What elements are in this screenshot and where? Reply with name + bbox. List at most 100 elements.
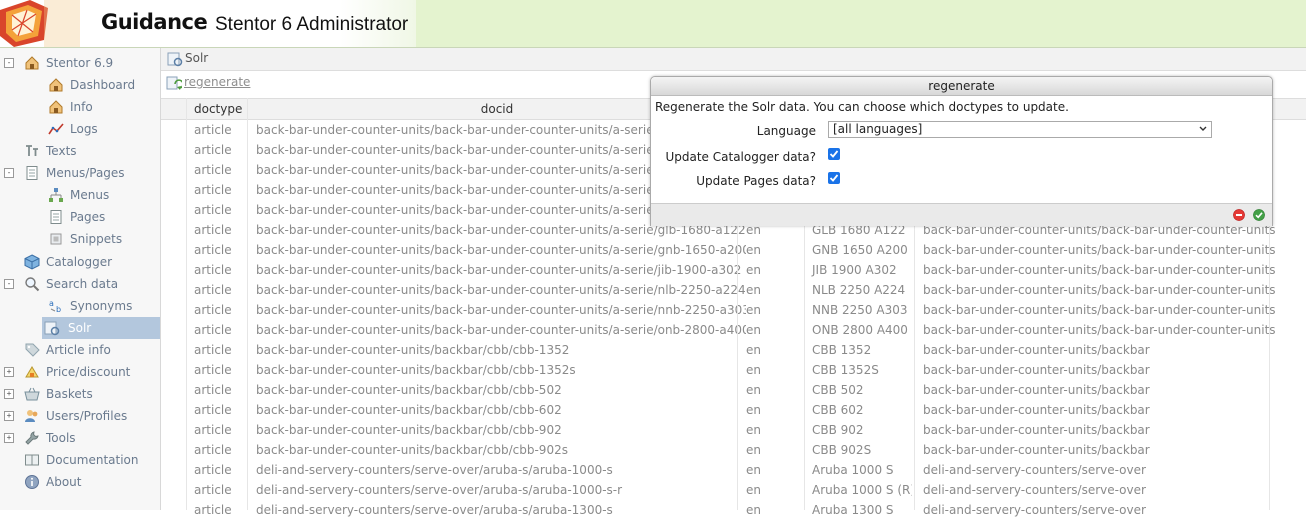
table-cell: article xyxy=(194,363,232,377)
sidebar-item-about[interactable]: About xyxy=(24,471,160,493)
check-icon xyxy=(829,150,839,158)
sidebar-item-label: Article info xyxy=(46,343,111,357)
sidebar-item-article-info[interactable]: Article info xyxy=(24,339,160,361)
sidebar-item-catalogger[interactable]: Catalogger xyxy=(24,251,160,273)
collapse-toggle[interactable]: - xyxy=(4,279,14,289)
sidebar-item-label: Texts xyxy=(46,144,77,158)
collapse-toggle[interactable]: - xyxy=(4,58,14,68)
table-row[interactable]: article back-bar-under-counter-units/back… xyxy=(161,400,1306,420)
sidebar-item-pages[interactable]: Pages xyxy=(48,206,160,228)
sidebar-item-stentor-6-9[interactable]: Stentor 6.9 xyxy=(24,52,160,74)
table-cell: article xyxy=(194,463,232,477)
sidebar-item-baskets[interactable]: Baskets xyxy=(24,383,160,405)
table-cell: back-bar-under-counter-units/backbar xyxy=(923,363,1150,377)
expand-toggle[interactable]: + xyxy=(4,433,14,443)
sidebar-item-solr[interactable]: Solr xyxy=(42,317,160,339)
table-row[interactable]: article back-bar-under-counter-units/back… xyxy=(161,300,1306,320)
sidebar-item-label: Menus/Pages xyxy=(46,166,125,180)
page-icon xyxy=(50,210,62,224)
table-cell: article xyxy=(194,203,232,217)
table-row[interactable]: article back-bar-under-counter-units/back… xyxy=(161,360,1306,380)
table-cell: NNB 2250 A303 xyxy=(812,303,908,317)
table-cell: CBB 902S xyxy=(812,443,872,457)
chart-icon xyxy=(48,123,64,135)
sidebar-item-label: Snippets xyxy=(70,232,123,246)
sidebar-item-info[interactable]: Info xyxy=(48,96,160,118)
sidebar-item-price-discount[interactable]: Price/discount xyxy=(24,361,160,383)
pages-label: Update Pages data? xyxy=(696,174,816,188)
sidebar-item-label: Info xyxy=(70,100,93,114)
chevron-down-icon xyxy=(1199,126,1207,131)
expand-toggle[interactable]: + xyxy=(4,411,14,421)
table-cell: back-bar-under-counter-units/backbar/cbb… xyxy=(256,363,576,377)
collapse-toggle[interactable]: - xyxy=(4,168,14,178)
expand-toggle[interactable]: + xyxy=(4,389,14,399)
sidebar-item-label: Catalogger xyxy=(46,255,113,269)
check-icon xyxy=(829,174,839,182)
regenerate-link[interactable]: regenerate xyxy=(184,75,250,89)
sidebar-item-documentation[interactable]: Documentation xyxy=(24,449,160,471)
sidebar-item-label: Logs xyxy=(70,122,98,136)
table-cell: article xyxy=(194,423,232,437)
tree-icon xyxy=(49,188,63,202)
table-row[interactable]: article deli-and-servery-counters/serve-o… xyxy=(161,500,1306,520)
cube-icon xyxy=(24,254,40,270)
sidebar-item-logs[interactable]: Logs xyxy=(48,118,160,140)
dialog-title[interactable]: regenerate xyxy=(651,77,1272,96)
table-row[interactable]: article deli-and-servery-counters/serve-o… xyxy=(161,480,1306,500)
table-row[interactable]: article back-bar-under-counter-units/back… xyxy=(161,420,1306,440)
table-cell: back-bar-under-counter-units/back-bar-un… xyxy=(923,263,1276,277)
table-cell: en xyxy=(746,463,761,477)
confirm-icon[interactable] xyxy=(1253,209,1265,221)
cancel-icon[interactable] xyxy=(1233,209,1245,221)
expand-toggle[interactable]: + xyxy=(4,367,14,377)
table-row[interactable]: article back-bar-under-counter-units/back… xyxy=(161,280,1306,300)
column-header[interactable]: doctype xyxy=(186,99,254,119)
sidebar-item-tools[interactable]: Tools xyxy=(24,427,160,449)
table-cell: CBB 1352S xyxy=(812,363,879,377)
basket-icon xyxy=(24,387,40,401)
table-cell: back-bar-under-counter-units/back-bar-un… xyxy=(256,243,746,257)
sidebar-item-dashboard[interactable]: Dashboard xyxy=(48,74,160,96)
table-cell: en xyxy=(746,243,761,257)
table-cell: article xyxy=(194,163,232,177)
home-icon xyxy=(49,100,63,114)
table-cell: article xyxy=(194,263,232,277)
table-row[interactable]: article back-bar-under-counter-units/back… xyxy=(161,260,1306,280)
regenerate-icon[interactable] xyxy=(166,75,182,91)
breadcrumb-label: Solr xyxy=(185,51,209,65)
language-select[interactable]: [all languages] xyxy=(828,121,1212,138)
sidebar-item-search-data[interactable]: Search data xyxy=(24,273,160,295)
table-cell: article xyxy=(194,243,232,257)
sidebar-item-label: Menus xyxy=(70,188,110,202)
table-cell: back-bar-under-counter-units/back-bar-un… xyxy=(256,283,746,297)
sidebar-item-snippets[interactable]: Snippets xyxy=(48,228,160,250)
table-cell: back-bar-under-counter-units/back-bar-un… xyxy=(256,263,742,277)
table-cell: en xyxy=(746,343,761,357)
brand-name: Guidance xyxy=(101,10,208,34)
sidebar-item-label: Documentation xyxy=(46,453,139,467)
table-row[interactable]: article back-bar-under-counter-units/back… xyxy=(161,340,1306,360)
svg-text:b: b xyxy=(56,305,61,314)
table-cell: back-bar-under-counter-units/back-bar-un… xyxy=(923,323,1276,337)
sidebar-item-menus[interactable]: Menus xyxy=(48,184,160,206)
sidebar-item-label: Solr xyxy=(68,321,92,335)
table-row[interactable]: article back-bar-under-counter-units/back… xyxy=(161,240,1306,260)
table-row[interactable]: article deli-and-servery-counters/serve-o… xyxy=(161,460,1306,480)
sidebar-item-label: Synonyms xyxy=(70,299,133,313)
sidebar-item-texts[interactable]: Texts xyxy=(24,140,160,162)
sidebar-item-users-profiles[interactable]: Users/Profiles xyxy=(24,405,160,427)
sidebar-item-label: Dashboard xyxy=(70,78,136,92)
column-divider xyxy=(186,98,187,510)
table-row[interactable]: article back-bar-under-counter-units/back… xyxy=(161,380,1306,400)
table-row[interactable]: article back-bar-under-counter-units/back… xyxy=(161,440,1306,460)
synonyms-icon: ab xyxy=(49,299,61,314)
table-cell: deli-and-servery-counters/serve-over xyxy=(923,463,1146,477)
table-row[interactable]: article back-bar-under-counter-units/back… xyxy=(161,320,1306,340)
pages-checkbox[interactable] xyxy=(828,172,840,184)
dialog-description: Regenerate the Solr data. You can choose… xyxy=(655,100,1069,114)
catalogger-checkbox[interactable] xyxy=(828,148,840,160)
sidebar-item-menus-pages[interactable]: Menus/Pages xyxy=(24,162,160,184)
tag-icon xyxy=(25,343,40,357)
sidebar-item-synonyms[interactable]: a b Synonyms xyxy=(48,295,160,317)
